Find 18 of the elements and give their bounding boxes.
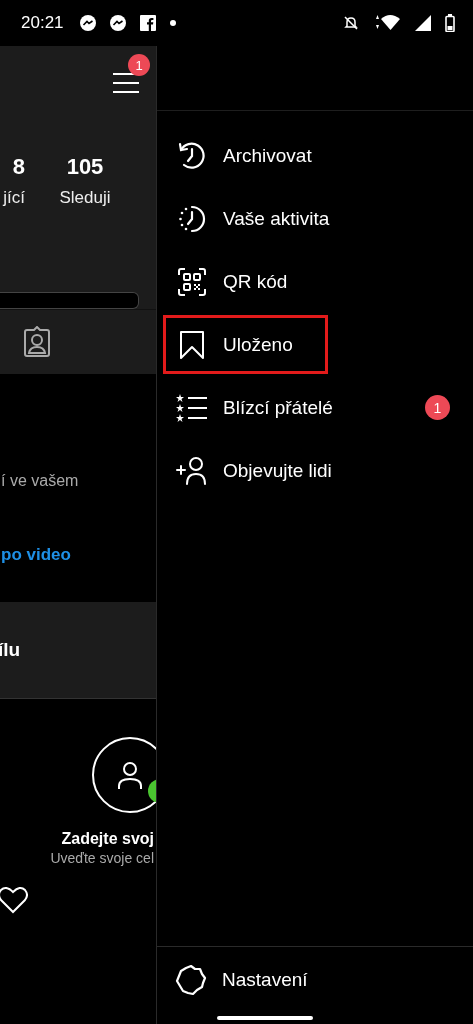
settings-item[interactable]: Nastavení [157, 947, 473, 996]
suggestion-text: Uveďte svoje cel [50, 850, 154, 866]
stat-label: jící [3, 188, 25, 208]
notification-badge: 1 [425, 395, 450, 420]
menu-item[interactable]: Blízcí přátelé 1 [157, 378, 473, 437]
menu-item[interactable]: Archivovat [157, 126, 473, 185]
share-link[interactable]: po video [1, 545, 156, 565]
notification-badge: 1 [128, 54, 150, 76]
menu-item[interactable]: QR kód [157, 252, 473, 311]
menu-item[interactable]: Objevujte lidi [157, 441, 473, 500]
stat-value: 8 [12, 154, 25, 180]
stat-label: Sleduji [59, 188, 111, 208]
menu-item[interactable]: Uloženo [163, 315, 328, 374]
clock: 20:21 [21, 13, 64, 33]
stat-value: 105 [66, 154, 104, 180]
suggestion-title: Zadejte svoj [61, 830, 154, 848]
menu-item[interactable]: Vaše aktivita [157, 189, 473, 248]
empty-state-text: í ve vašem [1, 472, 80, 490]
